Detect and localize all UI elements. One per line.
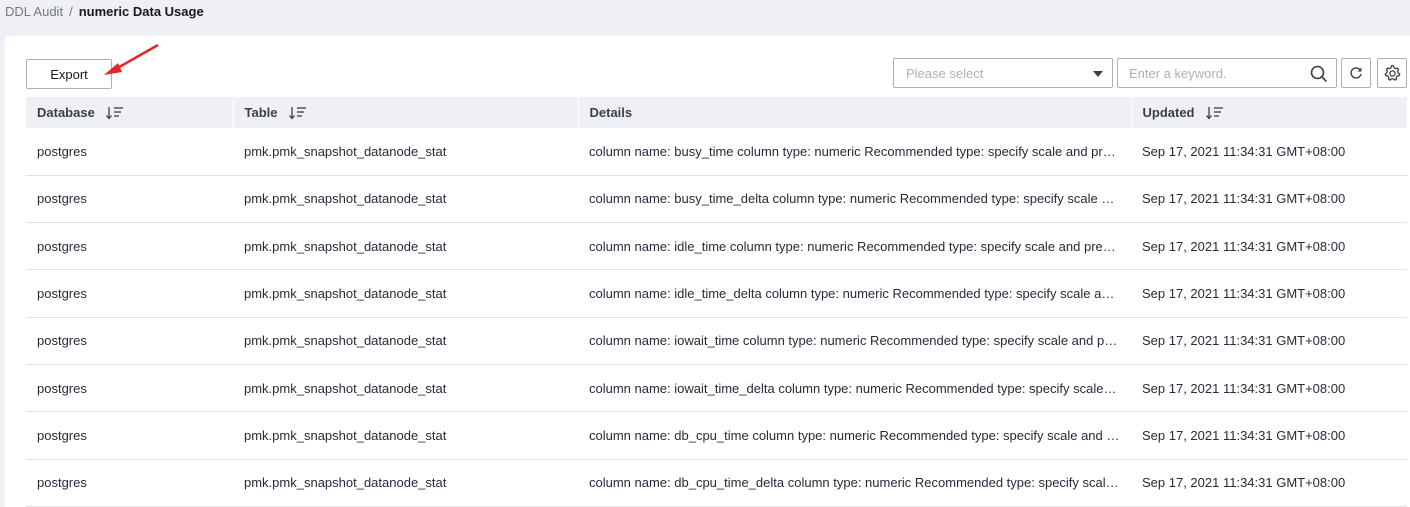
table-row: postgres pmk.pmk_snapshot_datanode_stat …: [26, 317, 1407, 365]
column-header-details: Details: [578, 97, 1132, 128]
cell-database: postgres: [26, 364, 233, 413]
cell-details: column name: busy_time_delta column type…: [578, 175, 1131, 224]
cell-details: column name: idle_time column type: nume…: [578, 222, 1131, 271]
filter-select[interactable]: Please select: [893, 58, 1113, 88]
cell-details: column name: db_cpu_time column type: nu…: [578, 411, 1131, 460]
cell-table: pmk.pmk_snapshot_datanode_stat: [233, 317, 578, 365]
cell-details: column name: iowait_time column type: nu…: [578, 317, 1131, 365]
gear-icon: [1384, 64, 1401, 81]
search-icon[interactable]: [1310, 65, 1328, 83]
cell-table: pmk.pmk_snapshot_datanode_stat: [233, 175, 578, 224]
cell-table: pmk.pmk_snapshot_datanode_stat: [233, 222, 578, 271]
table-row: postgres pmk.pmk_snapshot_datanode_stat …: [26, 128, 1407, 176]
column-header-label: Details: [589, 105, 633, 120]
export-button[interactable]: Export: [26, 59, 112, 89]
table-header-row: Database Table Details Updated: [26, 97, 1408, 128]
column-header-label: Updated: [1142, 104, 1195, 120]
cell-table: pmk.pmk_snapshot_datanode_stat: [233, 459, 578, 507]
search-box: [1117, 58, 1337, 88]
page-title: numeric Data Usage: [78, 3, 204, 19]
refresh-icon: [1350, 67, 1362, 79]
breadcrumb-separator: /: [69, 3, 73, 19]
cell-table: pmk.pmk_snapshot_datanode_stat: [233, 269, 578, 318]
content-panel: Export Please select Database: [5, 36, 1410, 507]
search-input[interactable]: [1118, 59, 1303, 87]
cell-details: column name: busy_time column type: nume…: [578, 128, 1131, 176]
table-row: postgres pmk.pmk_snapshot_datanode_stat …: [26, 269, 1407, 318]
cell-table: pmk.pmk_snapshot_datanode_stat: [233, 411, 578, 460]
settings-button[interactable]: [1377, 58, 1407, 88]
cell-updated: Sep 17, 2021 11:34:31 GMT+08:00: [1131, 222, 1407, 271]
table-row: postgres pmk.pmk_snapshot_datanode_stat …: [26, 459, 1407, 507]
column-header-database[interactable]: Database: [26, 97, 234, 128]
sort-icon[interactable]: [289, 106, 307, 120]
cell-database: postgres: [26, 317, 233, 365]
cell-database: postgres: [26, 222, 233, 271]
sort-icon[interactable]: [1206, 106, 1224, 120]
cell-table: pmk.pmk_snapshot_datanode_stat: [233, 128, 578, 176]
breadcrumb-link-ddl-audit[interactable]: DDL Audit: [5, 4, 63, 19]
cell-database: postgres: [26, 411, 233, 460]
cell-database: postgres: [26, 459, 233, 507]
cell-database: postgres: [26, 128, 233, 176]
column-header-label: Database: [37, 104, 95, 120]
sort-icon[interactable]: [106, 106, 124, 120]
cell-details: column name: db_cpu_time_delta column ty…: [578, 459, 1131, 507]
cell-database: postgres: [26, 175, 233, 224]
refresh-button[interactable]: [1341, 58, 1371, 88]
table-row: postgres pmk.pmk_snapshot_datanode_stat …: [26, 411, 1407, 460]
cell-updated: Sep 17, 2021 11:34:31 GMT+08:00: [1131, 317, 1407, 365]
cell-updated: Sep 17, 2021 11:34:31 GMT+08:00: [1131, 269, 1407, 318]
cell-updated: Sep 17, 2021 11:34:31 GMT+08:00: [1131, 411, 1407, 460]
cell-database: postgres: [26, 269, 233, 318]
column-header-table[interactable]: Table: [233, 97, 579, 128]
column-header-updated[interactable]: Updated: [1131, 97, 1408, 128]
cell-details: column name: idle_time_delta column type…: [578, 269, 1131, 318]
table-row: postgres pmk.pmk_snapshot_datanode_stat …: [26, 364, 1407, 413]
cell-updated: Sep 17, 2021 11:34:31 GMT+08:00: [1131, 175, 1407, 224]
data-table: Database Table Details Updated postgres …: [26, 97, 1408, 507]
table-row: postgres pmk.pmk_snapshot_datanode_stat …: [26, 175, 1407, 224]
table-row: postgres pmk.pmk_snapshot_datanode_stat …: [26, 222, 1407, 271]
breadcrumb: DDL Audit / numeric Data Usage: [5, 2, 204, 20]
cell-updated: Sep 17, 2021 11:34:31 GMT+08:00: [1131, 364, 1407, 413]
cell-updated: Sep 17, 2021 11:34:31 GMT+08:00: [1131, 128, 1407, 176]
filter-select-placeholder: Please select: [906, 65, 984, 81]
cell-table: pmk.pmk_snapshot_datanode_stat: [233, 364, 578, 413]
cell-details: column name: iowait_time_delta column ty…: [578, 364, 1131, 413]
column-header-label: Table: [244, 104, 278, 120]
cell-updated: Sep 17, 2021 11:34:31 GMT+08:00: [1131, 459, 1407, 507]
caret-down-icon: [1093, 71, 1103, 77]
